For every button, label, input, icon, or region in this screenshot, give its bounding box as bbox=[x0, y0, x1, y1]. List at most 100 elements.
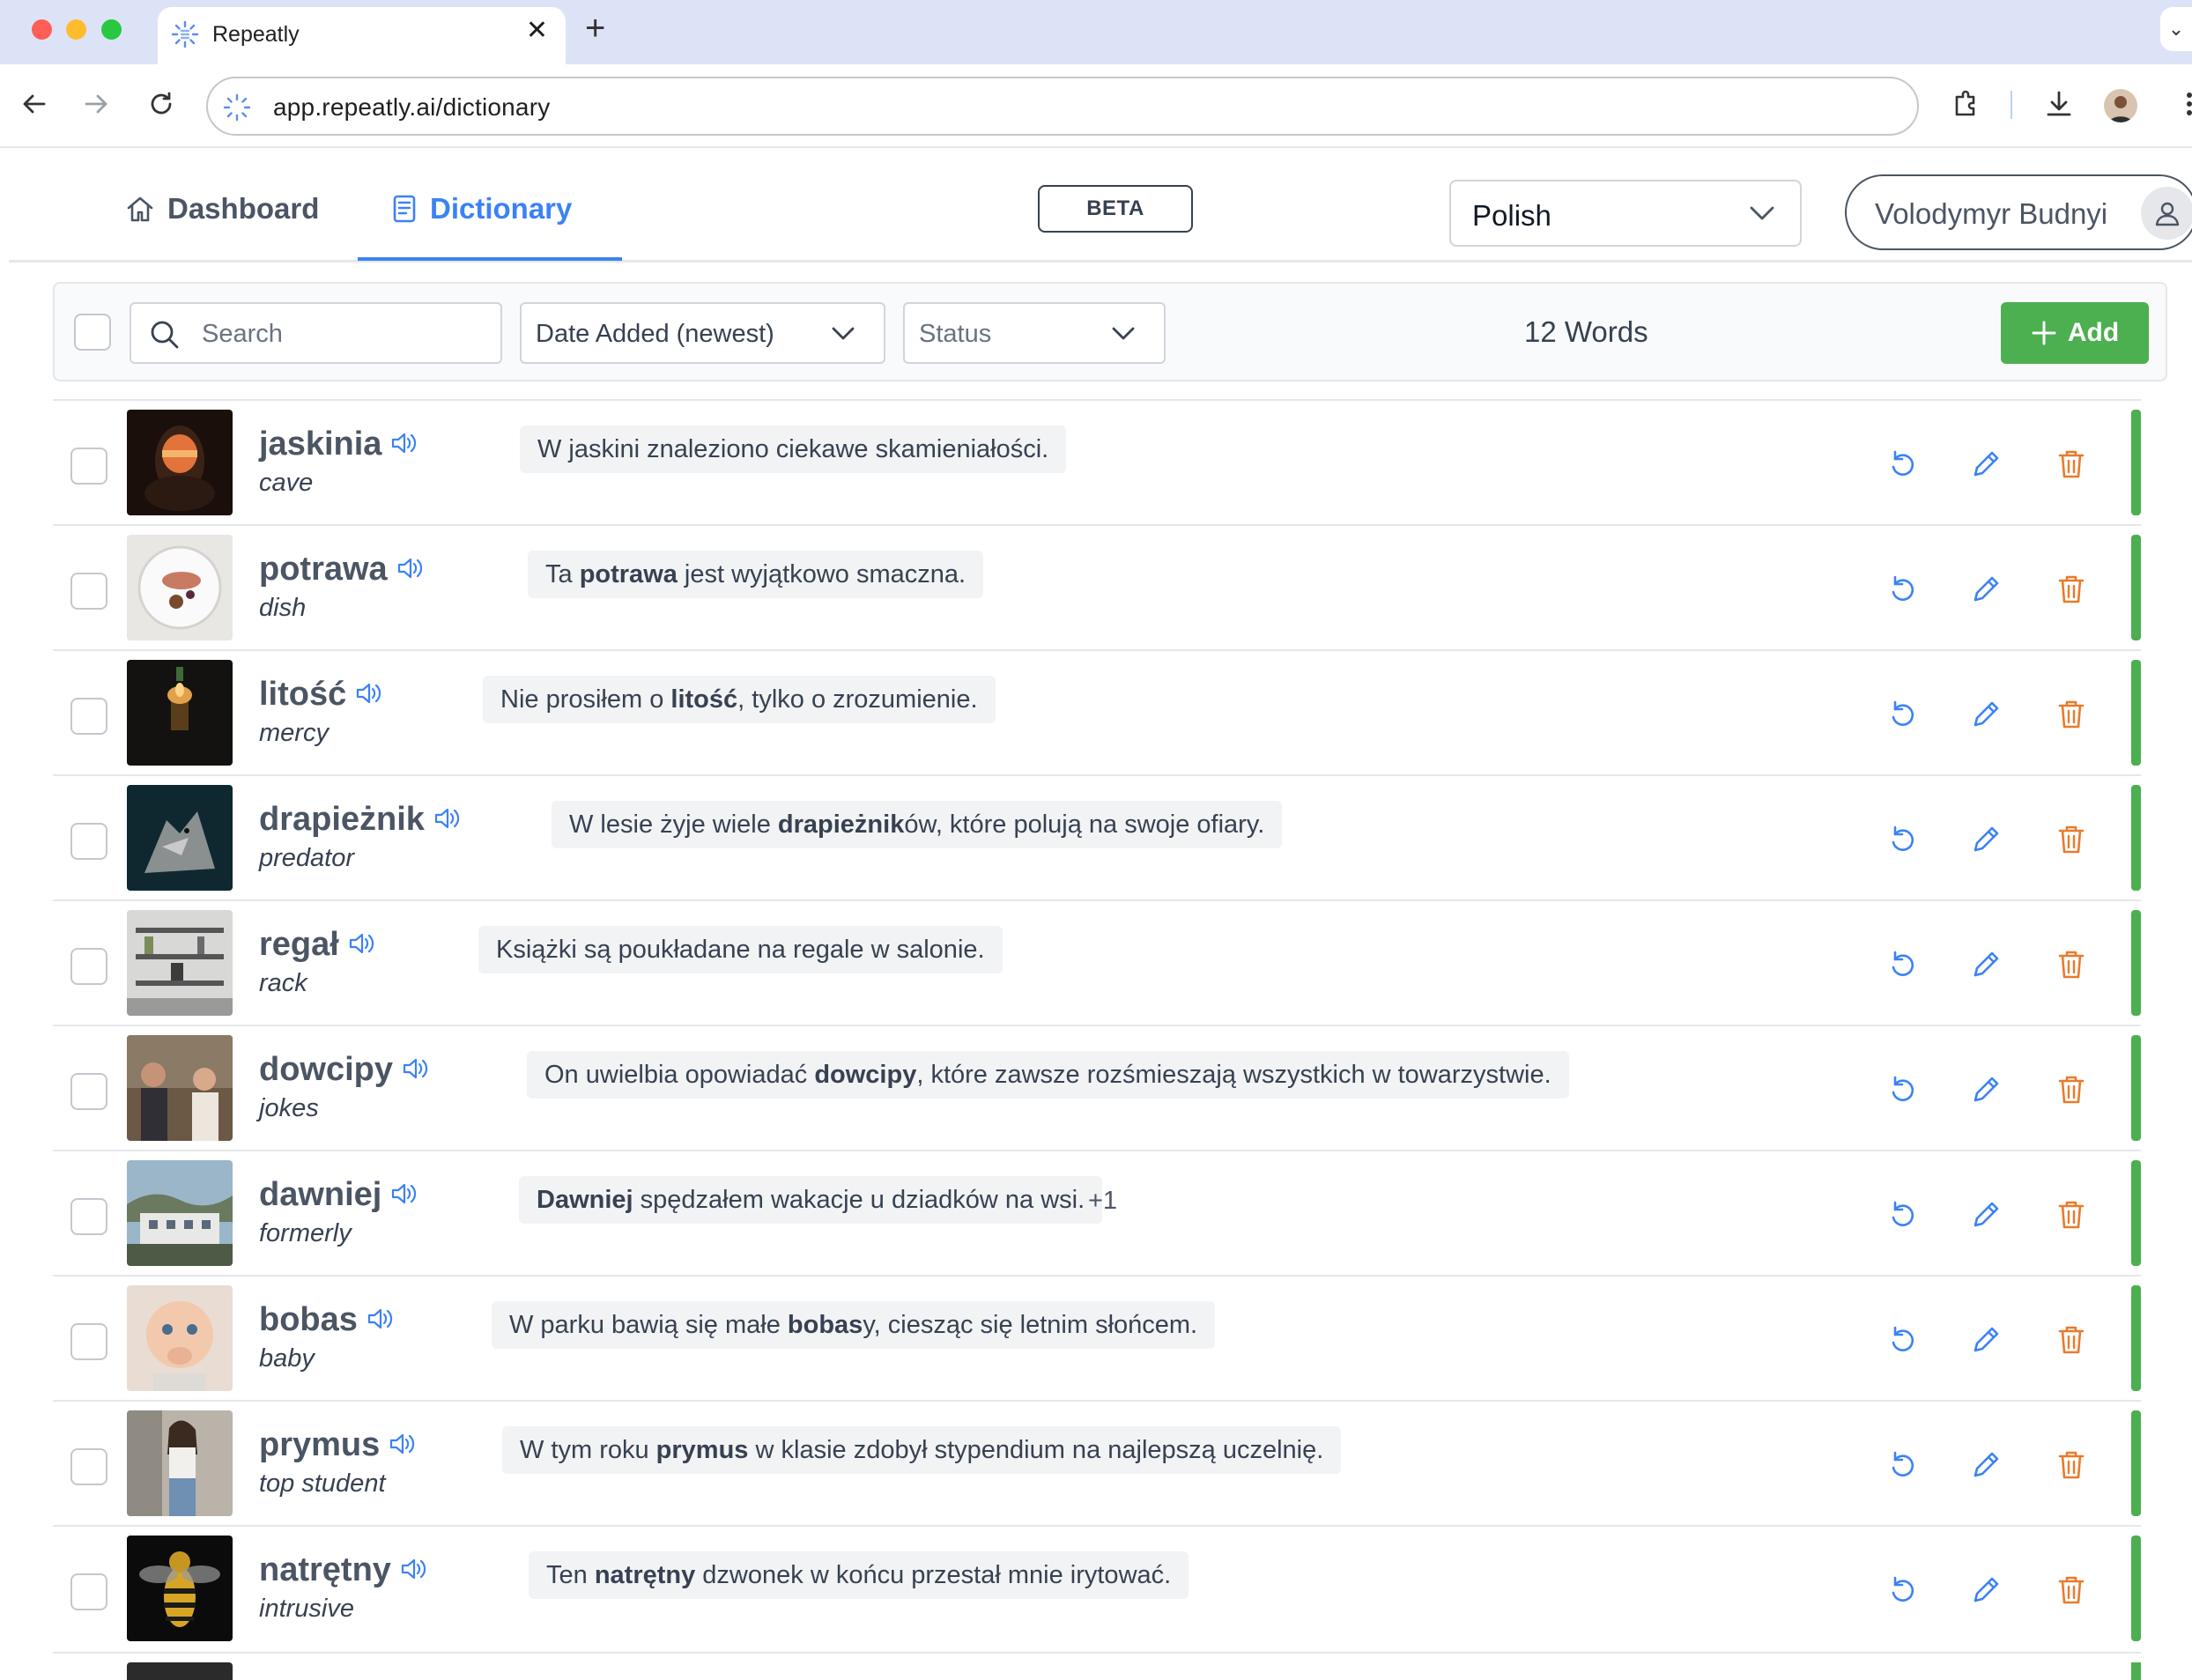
row-checkbox[interactable] bbox=[70, 1448, 107, 1485]
speaker-icon[interactable] bbox=[367, 1306, 395, 1336]
delete-trash-icon[interactable] bbox=[2054, 1322, 2089, 1358]
window-minimize-button[interactable] bbox=[66, 19, 86, 40]
word-row[interactable]: natrętny intrusive Ten natrętny dzwonek w … bbox=[53, 1525, 2141, 1650]
language-select[interactable]: Polish bbox=[1449, 180, 1802, 247]
edit-pencil-icon[interactable] bbox=[1968, 1197, 2003, 1232]
speaker-icon[interactable] bbox=[389, 1432, 417, 1461]
status-indicator bbox=[2131, 535, 2141, 640]
delete-trash-icon[interactable] bbox=[2054, 947, 2089, 982]
word-image bbox=[127, 1285, 233, 1391]
reset-progress-icon[interactable] bbox=[1885, 822, 1920, 857]
word-row[interactable]: dowcipy jokes On uwielbia opowiadać dowcip… bbox=[53, 1025, 2141, 1150]
row-checkbox[interactable] bbox=[70, 1573, 107, 1610]
new-tab-button[interactable]: + bbox=[585, 11, 605, 46]
word-row-partial bbox=[53, 1652, 2141, 1680]
row-checkbox[interactable] bbox=[70, 1073, 107, 1110]
word-row[interactable]: litość mercy Nie prosiłem o litość, tylko … bbox=[53, 649, 2141, 774]
word-row[interactable]: drapieżnik predator W lesie żyje wiele dra… bbox=[53, 774, 2141, 899]
word-text: dowcipy bbox=[259, 1051, 394, 1088]
word-row[interactable]: bobas baby W parku bawią się małe bobasy, … bbox=[53, 1275, 2141, 1400]
edit-pencil-icon[interactable] bbox=[1968, 947, 2003, 982]
extensions-puzzle-icon[interactable] bbox=[1946, 84, 1987, 124]
row-checkbox[interactable] bbox=[70, 1323, 107, 1360]
delete-trash-icon[interactable] bbox=[2054, 1573, 2089, 1608]
word-row[interactable]: dawniej formerly Dawniej spędzałem wakacje… bbox=[53, 1150, 2141, 1275]
status-indicator bbox=[2131, 1285, 2141, 1391]
window-zoom-button[interactable] bbox=[101, 19, 122, 40]
forward-arrow-icon[interactable] bbox=[76, 84, 116, 124]
address-bar[interactable]: app.repeatly.ai/dictionary bbox=[206, 77, 1919, 136]
delete-trash-icon[interactable] bbox=[2054, 697, 2089, 732]
tab-search-chevron-icon[interactable]: ⌄ bbox=[2160, 7, 2192, 51]
browser-menu-icon[interactable] bbox=[2169, 84, 2192, 124]
edit-pencil-icon[interactable] bbox=[1968, 822, 2003, 857]
row-checkbox[interactable] bbox=[70, 948, 107, 985]
site-info-icon[interactable] bbox=[222, 93, 252, 122]
nav-tab-dictionary[interactable]: Dictionary bbox=[391, 192, 572, 226]
filter-bar: Date Added (newest) Status 12 Words Add bbox=[53, 282, 2167, 381]
nav-tab-dashboard[interactable]: Dashboard bbox=[125, 192, 319, 226]
user-menu-button[interactable]: Volodymyr Budnyi bbox=[1845, 174, 2192, 250]
sort-select-value: Date Added (newest) bbox=[536, 320, 774, 348]
search-field[interactable] bbox=[130, 302, 502, 364]
delete-trash-icon[interactable] bbox=[2054, 572, 2089, 607]
speaker-icon[interactable] bbox=[390, 431, 418, 460]
edit-pencil-icon[interactable] bbox=[1968, 1322, 2003, 1358]
status-indicator bbox=[2131, 1035, 2141, 1141]
speaker-icon[interactable] bbox=[355, 681, 383, 710]
edit-pencil-icon[interactable] bbox=[1968, 1573, 2003, 1608]
row-checkbox[interactable] bbox=[70, 1198, 107, 1235]
search-input[interactable] bbox=[202, 316, 484, 352]
back-arrow-icon[interactable] bbox=[14, 84, 55, 124]
word-row[interactable]: prymus top student W tym roku prymus w kla… bbox=[53, 1400, 2141, 1525]
select-all-checkbox[interactable] bbox=[74, 314, 111, 351]
speaker-icon[interactable] bbox=[400, 1557, 428, 1586]
speaker-icon[interactable] bbox=[348, 931, 376, 960]
window-close-button[interactable] bbox=[32, 19, 52, 40]
reset-progress-icon[interactable] bbox=[1885, 572, 1920, 607]
edit-pencil-icon[interactable] bbox=[1968, 447, 2003, 482]
reset-progress-icon[interactable] bbox=[1885, 1447, 1920, 1483]
word-row[interactable]: jaskinia cave W jaskini znaleziono ciekawe… bbox=[53, 399, 2141, 524]
example-sentence: Książki są poukładane na regale w saloni… bbox=[478, 926, 1003, 973]
word-line: bobas bbox=[259, 1301, 395, 1339]
speaker-icon[interactable] bbox=[402, 1056, 430, 1085]
reset-progress-icon[interactable] bbox=[1885, 1197, 1920, 1232]
delete-trash-icon[interactable] bbox=[2054, 1197, 2089, 1232]
reset-progress-icon[interactable] bbox=[1885, 1322, 1920, 1358]
reset-progress-icon[interactable] bbox=[1885, 447, 1920, 482]
delete-trash-icon[interactable] bbox=[2054, 1072, 2089, 1107]
word-row[interactable]: potrawa dish Ta potrawa jest wyjątkowo sma… bbox=[53, 524, 2141, 649]
example-sentence: W parku bawią się małe bobasy, ciesząc s… bbox=[492, 1301, 1216, 1349]
browser-tab-repeatly[interactable]: Repeatly ✕ bbox=[158, 7, 566, 64]
status-select[interactable]: Status bbox=[903, 302, 1166, 364]
row-checkbox[interactable] bbox=[70, 573, 107, 610]
speaker-icon[interactable] bbox=[390, 1181, 418, 1210]
more-examples-count[interactable]: +1 bbox=[1088, 1187, 1117, 1216]
edit-pencil-icon[interactable] bbox=[1968, 572, 2003, 607]
row-checkbox[interactable] bbox=[70, 823, 107, 860]
row-checkbox[interactable] bbox=[70, 698, 107, 735]
reset-progress-icon[interactable] bbox=[1885, 697, 1920, 732]
speaker-icon[interactable] bbox=[396, 556, 425, 585]
example-sentence: W tym roku prymus w klasie zdobył stypen… bbox=[502, 1426, 1342, 1474]
download-icon[interactable] bbox=[2039, 84, 2079, 124]
edit-pencil-icon[interactable] bbox=[1968, 697, 2003, 732]
reset-progress-icon[interactable] bbox=[1885, 1072, 1920, 1107]
sort-select[interactable]: Date Added (newest) bbox=[520, 302, 885, 364]
speaker-icon[interactable] bbox=[433, 806, 462, 835]
example-text: spędzałem wakacje u dziadków na wsi. bbox=[633, 1186, 1085, 1214]
delete-trash-icon[interactable] bbox=[2054, 822, 2089, 857]
delete-trash-icon[interactable] bbox=[2054, 1447, 2089, 1483]
edit-pencil-icon[interactable] bbox=[1968, 1447, 2003, 1483]
edit-pencil-icon[interactable] bbox=[1968, 1072, 2003, 1107]
delete-trash-icon[interactable] bbox=[2054, 447, 2089, 482]
reset-progress-icon[interactable] bbox=[1885, 1573, 1920, 1608]
row-checkbox[interactable] bbox=[70, 448, 107, 485]
word-row[interactable]: regał rack Książki są poukładane na regale… bbox=[53, 899, 2141, 1025]
reset-progress-icon[interactable] bbox=[1885, 947, 1920, 982]
browser-profile-avatar[interactable] bbox=[2104, 89, 2137, 122]
tab-close-icon[interactable]: ✕ bbox=[526, 18, 548, 44]
add-word-button[interactable]: Add bbox=[2001, 302, 2149, 364]
reload-icon[interactable] bbox=[141, 84, 181, 124]
